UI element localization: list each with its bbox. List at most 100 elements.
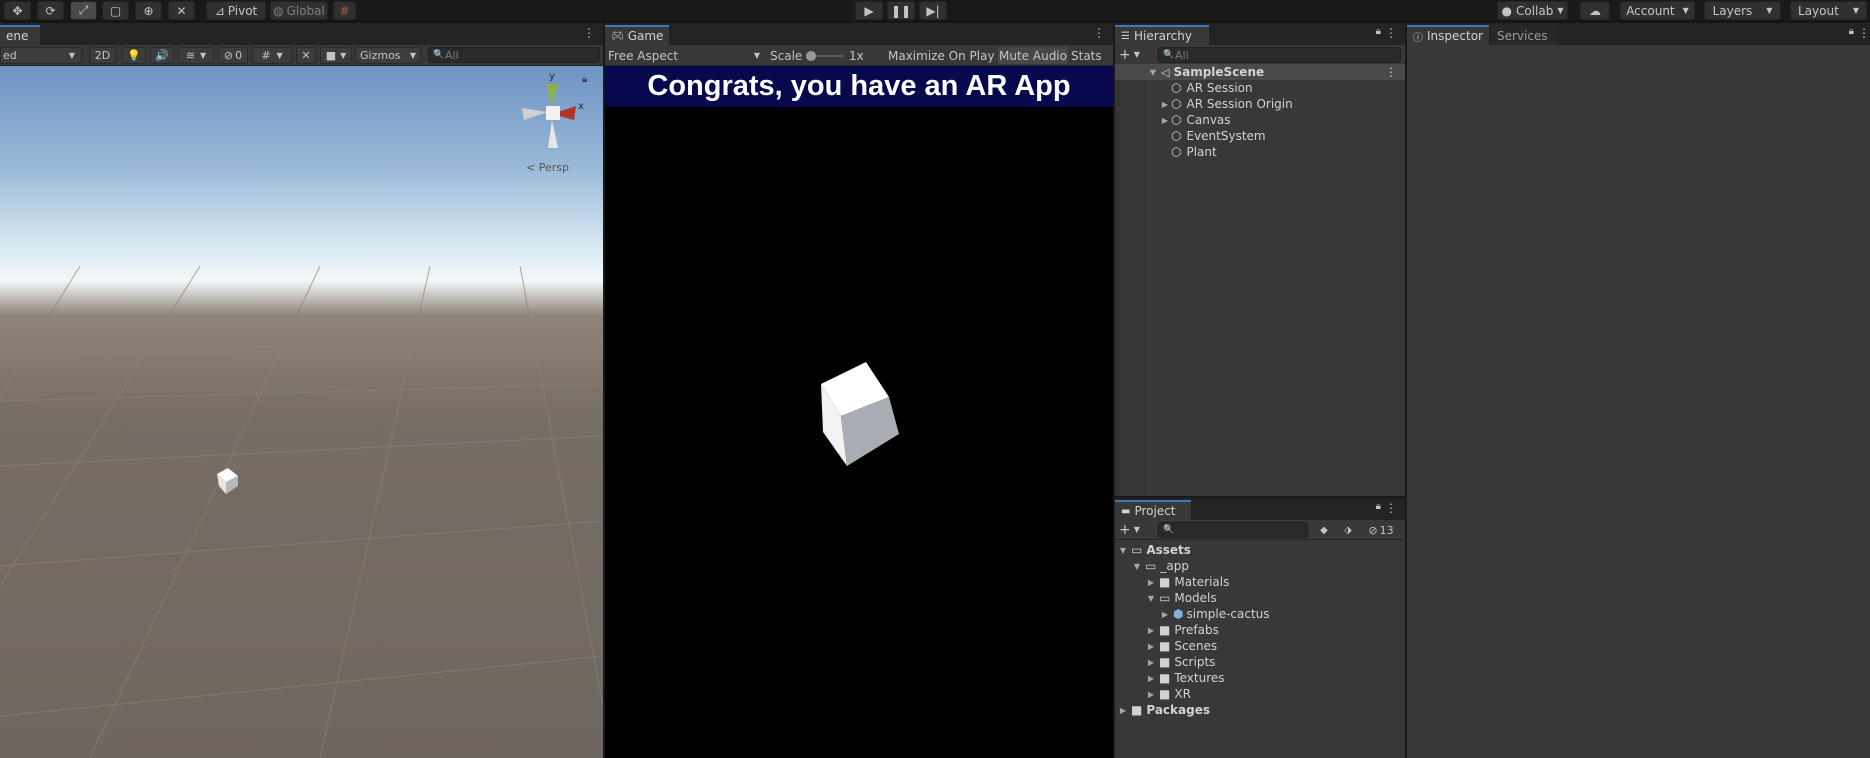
pause-button[interactable]: ❚❚ [887,1,915,20]
tab-services[interactable]: Services [1491,25,1557,45]
custom-tool-button[interactable]: ✕ [168,1,195,20]
account-dropdown[interactable]: Account ▼ [1620,1,1695,20]
chevron-down-icon[interactable]: ▼ [1117,546,1129,555]
filter-by-type-button[interactable]: ◆ [1313,522,1335,538]
project-tree-item[interactable]: ▼ ▭ _app [1115,558,1405,574]
project-tree-item[interactable]: ▶ ■ Packages [1115,702,1405,718]
tab-inspector[interactable]: ⓘ Inspector [1407,25,1489,45]
rotate-tool-button[interactable]: ⟳ [37,1,64,20]
project-tree-item[interactable]: ▶ ⬢ simple-cactus [1115,606,1405,622]
game-menu-icon[interactable]: ⋮ [1093,26,1105,40]
tab-hierarchy[interactable]: ☰ Hierarchy [1115,25,1209,45]
chevron-right-icon[interactable]: ▶ [1145,658,1157,667]
hierarchy-item[interactable]: ▶ ⬡ AR Session Origin [1115,96,1405,112]
play-button[interactable]: ▶ [855,1,883,20]
project-menu-icon[interactable]: ⋮ [1385,501,1397,515]
persp-label[interactable]: < Persp [526,161,569,174]
lock-icon[interactable]: 🔒︎ [1849,26,1854,37]
scene-options-icon[interactable]: ⋮ [1385,65,1397,79]
project-tree-item[interactable]: ▶ ■ Prefabs [1115,622,1405,638]
filter-by-label-button[interactable]: ⬗ [1337,522,1359,538]
create-asset-dropdown[interactable]: + ▼ [1119,521,1147,538]
pivot-toggle[interactable]: ⊿ Pivot [206,1,266,20]
maximize-on-play-toggle[interactable]: Maximize On Play [888,47,995,64]
hierarchy-search-input[interactable]: 🔍 All [1158,47,1401,63]
chevron-right-icon[interactable]: ▶ [1145,690,1157,699]
project-tree-item[interactable]: ▶ ■ XR [1115,686,1405,702]
chevron-down-icon[interactable]: ▼ [1131,562,1143,571]
project-tree-item[interactable]: ▼ ▭ Models [1115,590,1405,606]
chevron-right-icon[interactable]: ▶ [1159,100,1171,109]
project-search-input[interactable]: 🔍 [1158,522,1308,538]
mute-audio-toggle[interactable]: Mute Audio [998,47,1068,64]
collab-dropdown[interactable]: ● Collab ▼ [1497,1,1568,20]
global-toggle[interactable]: ◍ Global [270,1,328,20]
create-dropdown[interactable]: + ▼ [1119,46,1147,63]
lighting-toggle[interactable]: 💡 [122,47,146,64]
hierarchy-item[interactable]: ⬡ EventSystem [1115,128,1405,144]
layers-label: Layers [1712,3,1753,18]
folder-open-icon: ▭ [1159,591,1171,605]
scale-slider-thumb[interactable] [806,51,816,61]
chevron-right-icon[interactable]: ▶ [1117,706,1129,715]
hidden-packages-toggle[interactable]: ⊘ 13 [1361,522,1401,538]
scene-root-row[interactable]: ▼ ◁ SampleScene ⋮ [1115,64,1405,80]
chevron-right-icon[interactable]: ▶ [1145,642,1157,651]
lock-icon[interactable]: 🔒︎ [1376,26,1381,37]
scene-name: SampleScene [1173,65,1265,79]
camera-dropdown[interactable]: ■ ▼ [320,47,352,64]
rect-tool-button[interactable]: ▢ [102,1,129,20]
scene-search-input[interactable]: 🔍 All [428,47,600,63]
scene-cube[interactable] [214,466,242,496]
layout-dropdown[interactable]: Layout ▼ [1790,1,1867,20]
stats-toggle[interactable]: Stats [1071,47,1102,64]
chevron-right-icon[interactable]: ▶ [1159,610,1171,619]
project-tree-item[interactable]: ▶ ■ Scripts [1115,654,1405,670]
hand-tool-button[interactable]: ✥ [4,1,31,20]
chevron-right-icon[interactable]: ▶ [1145,578,1157,587]
hierarchy-item-label: AR Session [1186,81,1253,95]
chevron-down-icon[interactable]: ▼ [1145,594,1157,603]
caret-down-icon: ▼ [1133,50,1140,59]
audio-toggle[interactable]: 🔊 [150,47,174,64]
lock-icon[interactable]: 🔒︎ [1376,501,1381,512]
transform-tool-button[interactable]: ⊕ [135,1,162,20]
hidden-objects-toggle[interactable]: ⊘ 0 [218,47,248,64]
orientation-gizmo[interactable] [518,76,590,156]
tab-game[interactable]: 🎮︎ Game [605,25,669,45]
scale-slider[interactable] [806,51,844,61]
game-viewport[interactable]: Congrats, you have an AR App [605,66,1113,758]
scene-menu-icon[interactable]: ⋮ [583,26,595,40]
tools-toggle[interactable]: ✕ [296,47,316,64]
gizmos-dropdown[interactable]: Gizmos ▼ [355,47,421,64]
chevron-right-icon[interactable]: ▶ [1145,674,1157,683]
aspect-dropdown[interactable]: Free Aspect ▼ [608,47,766,64]
project-tree-item[interactable]: ▶ ■ Scenes [1115,638,1405,654]
lock-icon[interactable]: 🔒︎ [582,74,587,85]
step-icon: ▶| [926,3,940,18]
hierarchy-item[interactable]: ⬡ AR Session [1115,80,1405,96]
cloud-button[interactable]: ☁ [1580,1,1610,20]
inspector-menu-icon[interactable]: ⋮ [1858,26,1870,40]
project-tree-item[interactable]: ▼ ▭ Assets [1115,542,1405,558]
shading-mode-dropdown[interactable]: ed ▼ [0,47,82,64]
scale-tool-button[interactable]: ⤢ [70,1,97,20]
tab-project[interactable]: ▬ Project [1115,500,1191,520]
effects-dropdown[interactable]: ≋ ▼ [178,47,214,64]
scene-viewport[interactable]: y x 🔒︎ < Persp [0,66,603,758]
project-tree-item[interactable]: ▶ ■ Materials [1115,574,1405,590]
2d-toggle[interactable]: 2D [89,47,116,64]
hierarchy-item[interactable]: ⬡ Plant [1115,144,1405,160]
hierarchy-menu-icon[interactable]: ⋮ [1385,26,1397,40]
chevron-right-icon[interactable]: ▶ [1159,116,1171,125]
collab-label: Collab [1515,3,1554,18]
project-tree-item[interactable]: ▶ ■ Textures [1115,670,1405,686]
chevron-right-icon[interactable]: ▶ [1145,626,1157,635]
grid-dropdown[interactable]: # ▼ [252,47,292,64]
snap-grid-button[interactable]: # [333,1,356,20]
global-label: Global [286,3,325,18]
step-button[interactable]: ▶| [919,1,947,20]
layers-dropdown[interactable]: Layers ▼ [1704,1,1781,20]
hierarchy-item[interactable]: ▶ ⬡ Canvas [1115,112,1405,128]
tab-scene[interactable]: ene [0,25,40,45]
